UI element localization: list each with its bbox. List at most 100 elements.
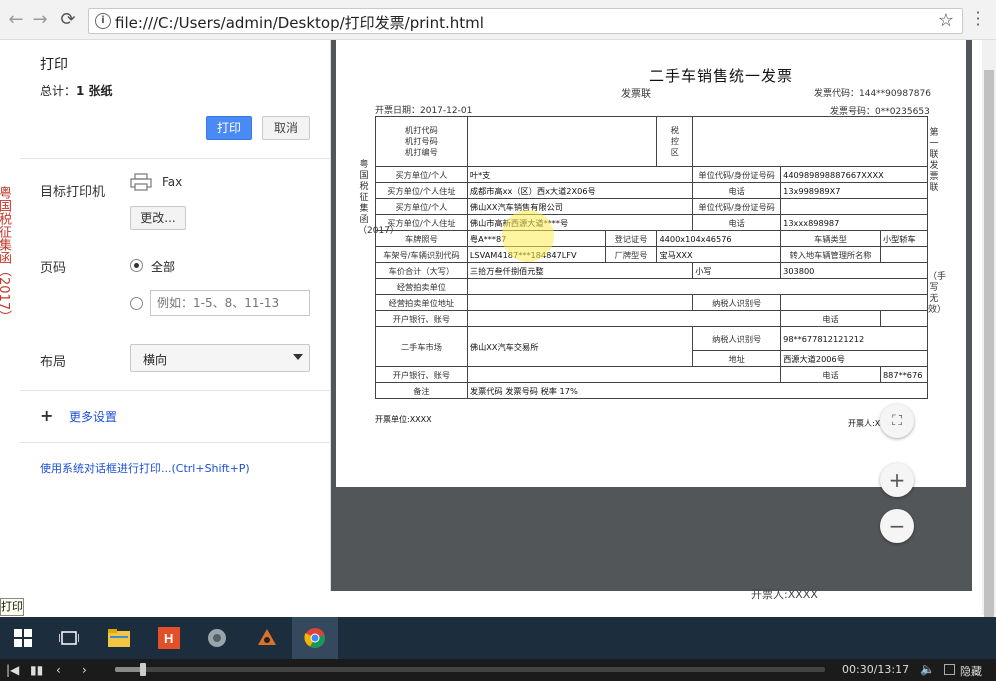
addr-label: 地址 <box>692 350 782 367</box>
progress-track[interactable] <box>115 663 825 676</box>
fox-app-icon[interactable] <box>244 617 290 659</box>
seller-id <box>780 198 928 215</box>
divider <box>20 158 331 159</box>
invoice-code: 发票代码：144**90987876 <box>814 89 931 99</box>
transfer-label: 转入地车辆管理所名称 <box>780 246 881 263</box>
volume-icon[interactable]: 🔈 <box>920 662 935 676</box>
transfer-value <box>879 246 929 263</box>
phone-label: 电话 <box>692 214 782 231</box>
bookmark-star-icon[interactable]: ☆ <box>938 10 954 31</box>
remark: 发票代码 发票号码 税率 17% <box>466 382 929 399</box>
chrome-icon[interactable] <box>292 617 338 659</box>
browser-toolbar: ← → ⟳ i file:///C:/Users/admin/Desktop/打… <box>0 0 996 40</box>
cancel-button[interactable]: 取消 <box>262 116 310 140</box>
reg: 4400x104x46576 <box>656 230 782 247</box>
info-icon[interactable]: i <box>95 13 111 29</box>
pages-input[interactable] <box>150 290 310 316</box>
total-value: 1 张纸 <box>76 84 113 98</box>
fit-to-page-icon[interactable]: ⛶ <box>880 404 914 438</box>
buyer-label: 买方单位/个人 <box>375 166 468 183</box>
print-settings-panel: 打印 总计：1 张纸 打印 取消 目标打印机 Fax 更改... 页码 全部 布… <box>20 40 331 591</box>
pages-all-radio[interactable] <box>130 259 143 272</box>
vertical-note-right-bottom: （手写无效） <box>928 272 947 315</box>
destination-label: 目标打印机 <box>40 185 106 200</box>
print-button[interactable]: 打印 <box>206 116 252 140</box>
buyer-addr: 成都市高xx（区）西x大道2X06号 <box>466 182 694 199</box>
forward-arrow-icon[interactable]: → <box>28 8 52 32</box>
divider <box>20 442 331 443</box>
back-arrow-icon[interactable]: ← <box>4 8 28 32</box>
prev-icon[interactable]: ‹ <box>56 661 61 679</box>
phone-label: 电话 <box>692 182 782 199</box>
vertical-note-left: 粤国税征集函（2017） <box>358 160 399 236</box>
auction-addr <box>466 294 694 311</box>
zoom-in-button[interactable]: + <box>880 463 914 497</box>
hide-checkbox[interactable] <box>944 664 955 675</box>
auction-value <box>466 278 929 295</box>
progress-knob[interactable] <box>140 663 147 676</box>
total-num: 303800 <box>780 262 928 279</box>
seller-phone: 13xxx898987 <box>780 214 928 231</box>
address-bar[interactable]: i file:///C:/Users/admin/Desktop/打印发票/pr… <box>88 8 963 34</box>
page-scrollbar[interactable] <box>982 40 996 630</box>
url-text[interactable]: file:///C:/Users/admin/Desktop/打印发票/prin… <box>115 12 484 33</box>
print-title: 打印 <box>40 57 68 73</box>
market-bank <box>466 366 782 383</box>
progress-fill <box>115 667 144 672</box>
preview-page: 二手车销售统一发票 发票联 发票代码：144**90987876 开票日期：20… <box>336 40 966 487</box>
reload-icon[interactable]: ⟳ <box>56 8 80 32</box>
pages-label: 页码 <box>40 261 67 276</box>
seller-name: 佛山XX汽车销售有限公司 <box>466 198 694 215</box>
plus-icon[interactable]: + <box>40 406 53 425</box>
auction-phone <box>879 310 929 327</box>
market-name: 佛山XX汽车交易所 <box>466 326 694 367</box>
task-view-icon[interactable] <box>46 617 92 659</box>
layout-value: 横向 <box>143 353 168 367</box>
market-phone: 887**676 <box>879 366 929 383</box>
total-label: 总计： <box>40 84 77 98</box>
tax-area-value <box>692 116 928 167</box>
payee-signature: 开票人:X <box>848 419 881 428</box>
menu-dots-icon[interactable]: · · · <box>970 5 986 33</box>
background-payee-text: 开票人:XXXX <box>751 588 818 601</box>
windows-start-icon[interactable] <box>0 617 46 659</box>
total-cn-label: 车价合计（大写） <box>375 262 468 279</box>
next-icon[interactable]: › <box>82 661 87 679</box>
file-explorer-icon[interactable] <box>96 617 142 659</box>
buyer-id: 440989898887667XXXX <box>780 166 928 183</box>
buyer-name: 叶*支 <box>466 166 694 183</box>
total-cn: 三拾万叁仟捌佰元整 <box>466 262 694 279</box>
buyer-id-label: 单位代码/身份证号码 <box>692 166 782 183</box>
timecode: 00:30/13:17 <box>842 663 910 676</box>
small-label: 小写 <box>692 262 782 279</box>
hide-label[interactable]: 隐藏 <box>960 663 982 679</box>
layout-select[interactable]: 横向 <box>130 344 310 372</box>
buyer-phone: 13x998989X7 <box>780 182 928 199</box>
system-dialog-link[interactable]: 使用系统对话框进行打印...(Ctrl+Shift+P) <box>40 460 250 476</box>
hbuilder-icon[interactable]: H <box>146 617 192 659</box>
seller-addr-label: 买方单位/个人住址 <box>375 214 468 231</box>
seller-signature: 开票单位:XXXX <box>375 415 432 424</box>
skip-back-icon[interactable]: |◀ <box>6 661 19 679</box>
phone-label: 电话 <box>780 366 881 383</box>
pause-icon[interactable]: ▮▮ <box>30 661 43 679</box>
bank-label: 开户银行、账号 <box>375 366 468 383</box>
bank-label: 开户银行、账号 <box>375 310 468 327</box>
zoom-out-button[interactable]: − <box>880 509 914 543</box>
tax-area-label: 税 控 区 <box>656 116 694 167</box>
change-printer-button[interactable]: 更改... <box>130 206 186 230</box>
pages-all-label[interactable]: 全部 <box>151 258 175 275</box>
pages-custom-radio[interactable] <box>130 297 143 310</box>
phone-label: 电话 <box>780 310 881 327</box>
taxpayer-label: 纳税人识别号 <box>692 294 782 311</box>
machine-codes-value <box>466 116 658 167</box>
divider <box>20 390 331 391</box>
model-label: 厂牌型号 <box>604 246 658 263</box>
model: 宝马XXX <box>656 246 782 263</box>
auction-addr-label: 经营拍卖单位地址 <box>375 294 468 311</box>
vehicle-type: 小型轿车 <box>879 230 929 247</box>
speaker-app-icon[interactable] <box>194 617 240 659</box>
scrollbar-thumb[interactable] <box>984 70 994 630</box>
vin-label: 车架号/车辆识别代码 <box>375 246 468 263</box>
more-settings-link[interactable]: 更多设置 <box>69 408 117 425</box>
